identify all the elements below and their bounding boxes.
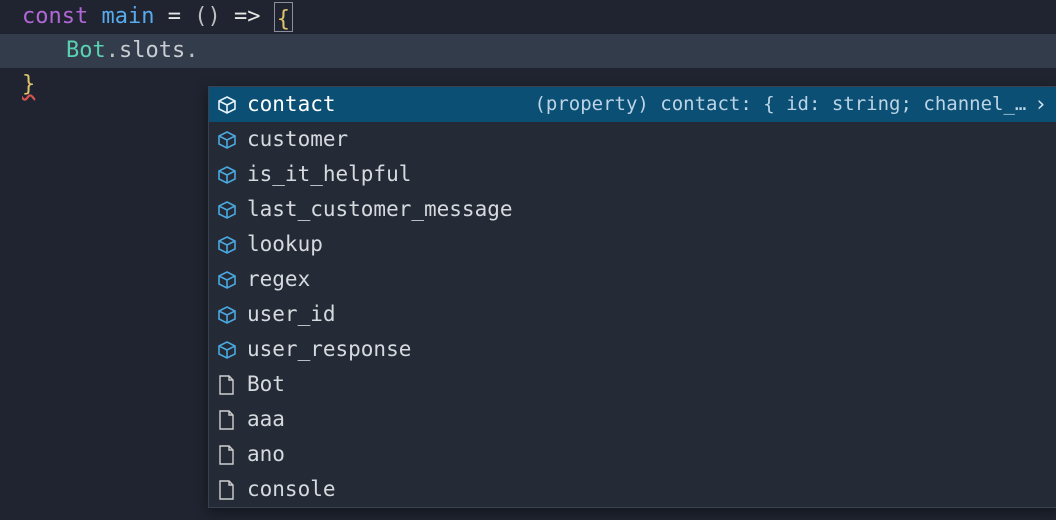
identifier-slots: slots xyxy=(119,34,185,68)
tok-parens: () xyxy=(194,0,221,34)
suggestion-item[interactable]: aaa xyxy=(209,402,1056,437)
suggestion-item[interactable]: customer xyxy=(209,122,1056,157)
tok-dot: . xyxy=(185,34,198,68)
suggestion-item[interactable]: Bot xyxy=(209,367,1056,402)
property-icon xyxy=(217,305,237,325)
intellisense-popup[interactable]: contact (property) contact: { id: string;… xyxy=(208,86,1056,508)
suggestion-label: is_it_helpful xyxy=(247,158,411,191)
suggestion-item[interactable]: lookup xyxy=(209,227,1056,262)
suggestion-detail: (property) contact: { id: string; channe… xyxy=(354,90,1027,119)
suggestion-label: user_response xyxy=(247,333,411,366)
suggestion-label: ano xyxy=(247,438,285,471)
suggestion-label: lookup xyxy=(247,228,323,261)
suggestion-label: console xyxy=(247,473,336,506)
suggestion-item[interactable]: last_customer_message xyxy=(209,192,1056,227)
file-icon xyxy=(217,410,237,430)
property-icon xyxy=(217,235,237,255)
suggestion-item[interactable]: is_it_helpful xyxy=(209,157,1056,192)
suggestion-label: contact xyxy=(247,88,336,121)
property-icon xyxy=(217,165,237,185)
property-icon xyxy=(217,95,237,115)
identifier-bot: Bot xyxy=(66,34,106,68)
property-icon xyxy=(217,340,237,360)
property-icon xyxy=(217,200,237,220)
suggestion-item[interactable]: contact (property) contact: { id: string;… xyxy=(209,87,1056,122)
suggestion-item[interactable]: console xyxy=(209,472,1056,507)
suggestion-label: customer xyxy=(247,123,348,156)
suggestion-label: last_customer_message xyxy=(247,193,513,226)
property-icon xyxy=(217,270,237,290)
file-icon xyxy=(217,480,237,500)
suggestion-label: regex xyxy=(247,263,310,296)
code-line[interactable]: const main = () => { xyxy=(0,0,1056,34)
code-editor[interactable]: const main = () => { Bot.slots. } contac… xyxy=(0,0,1056,520)
suggestion-item[interactable]: regex xyxy=(209,262,1056,297)
suggestion-label: aaa xyxy=(247,403,285,436)
property-icon xyxy=(217,130,237,150)
suggestion-label: user_id xyxy=(247,298,336,331)
suggestion-label: Bot xyxy=(247,368,285,401)
chevron-right-icon[interactable]: › xyxy=(1034,88,1047,121)
file-icon xyxy=(217,445,237,465)
suggestion-item[interactable]: user_response xyxy=(209,332,1056,367)
tok-assign: = xyxy=(154,0,194,34)
matched-brace-open: { xyxy=(274,2,293,32)
file-icon xyxy=(217,375,237,395)
identifier-main: main xyxy=(101,0,154,34)
tok-arrow: => xyxy=(221,0,274,34)
suggestion-item[interactable]: user_id xyxy=(209,297,1056,332)
tok-dot: . xyxy=(106,34,119,68)
matched-brace-close: } xyxy=(22,68,35,102)
suggestion-item[interactable]: ano xyxy=(209,437,1056,472)
keyword-const: const xyxy=(22,0,101,34)
code-line-active[interactable]: Bot.slots. xyxy=(0,34,1056,68)
